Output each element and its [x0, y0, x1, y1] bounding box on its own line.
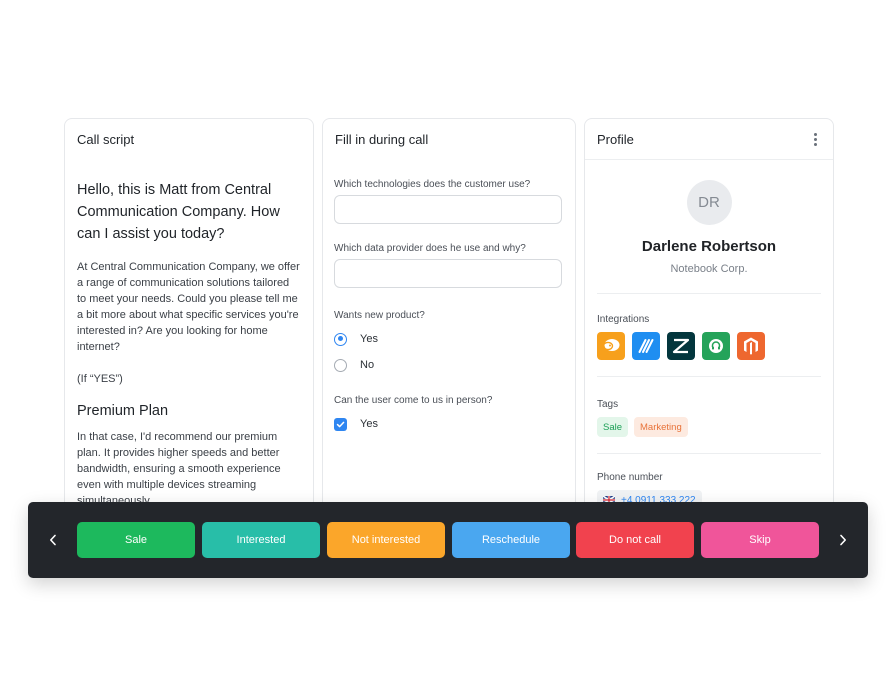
more-options-icon[interactable] [810, 129, 821, 150]
tags-label: Tags [597, 399, 619, 410]
radio-option-yes[interactable]: Yes [334, 326, 564, 352]
magento-icon[interactable] [737, 332, 765, 360]
script-if-yes: (If “YES”) [77, 373, 123, 385]
profile-title: Profile [597, 131, 634, 147]
call-form: Which technologies does the customer use… [323, 159, 575, 437]
radio-no-label: No [360, 359, 375, 371]
contact-name: Darlene Robertson [641, 238, 777, 255]
skip-button[interactable]: Skip [701, 522, 819, 558]
headset-icon[interactable] [702, 332, 730, 360]
call-script-panel: Call script Hello, this is Matt from Cen… [64, 118, 314, 538]
profile-summary: DR Darlene Robertson Notebook Corp. [585, 159, 833, 275]
sale-button[interactable]: Sale [77, 522, 195, 558]
tag-marketing[interactable]: Marketing [634, 417, 688, 437]
question-new-product: Wants new product? [334, 310, 425, 321]
question-data-provider: Which data provider does he use and why? [334, 243, 526, 254]
question-technologies: Which technologies does the customer use… [334, 179, 531, 190]
technologies-input[interactable] [334, 195, 562, 224]
radio-no[interactable] [334, 358, 347, 372]
call-script-body: Hello, this is Matt from Central Communi… [65, 159, 313, 509]
call-script-title: Call script [77, 131, 135, 147]
divider [597, 293, 821, 294]
contact-company: Notebook Corp. [670, 263, 748, 275]
radio-yes-label: Yes [360, 333, 378, 345]
call-form-title: Fill in during call [335, 131, 429, 147]
chevron-left-icon[interactable] [43, 529, 63, 551]
chevron-right-icon[interactable] [833, 529, 853, 551]
divider [597, 376, 821, 377]
script-paragraph-1: At Central Communication Company, we off… [77, 261, 300, 353]
integrations-list [585, 332, 833, 360]
script-greeting: Hello, this is Matt from Central Communi… [77, 182, 280, 242]
profile-panel: Profile DR Darlene Robertson Notebook Co… [584, 118, 834, 538]
call-outcome-bar: Sale Interested Not interested Reschedul… [28, 502, 868, 578]
profile-header: Profile [585, 119, 833, 159]
tag-sale[interactable]: Sale [597, 417, 629, 437]
zendesk-icon[interactable] [667, 332, 695, 360]
script-premium-heading: Premium Plan [77, 403, 169, 419]
checkbox-option-yes[interactable]: Yes [334, 411, 564, 437]
call-form-header: Fill in during call [323, 119, 575, 159]
checkbox-checked-icon[interactable] [334, 417, 347, 431]
divider [597, 453, 821, 454]
slashes-icon[interactable] [632, 332, 660, 360]
radio-option-no[interactable]: No [334, 352, 564, 378]
call-script-header: Call script [65, 119, 313, 159]
do-not-call-button[interactable]: Do not call [576, 522, 694, 558]
reschedule-button[interactable]: Reschedule [452, 522, 570, 558]
interested-button[interactable]: Interested [202, 522, 320, 558]
integrations-label: Integrations [597, 314, 650, 325]
data-provider-input[interactable] [334, 259, 562, 288]
not-interested-button[interactable]: Not interested [327, 522, 445, 558]
call-form-panel: Fill in during call Which technologies d… [322, 118, 576, 538]
tags-list: Sale Marketing [585, 417, 833, 437]
checkbox-yes-label: Yes [360, 418, 378, 430]
phone-label: Phone number [597, 472, 663, 483]
chat-bubbles-icon[interactable] [597, 332, 625, 360]
question-in-person: Can the user come to us in person? [334, 395, 493, 406]
script-paragraph-2: In that case, I'd recommend our premium … [77, 431, 281, 507]
avatar: DR [686, 180, 732, 225]
radio-yes-checked[interactable] [334, 332, 347, 346]
